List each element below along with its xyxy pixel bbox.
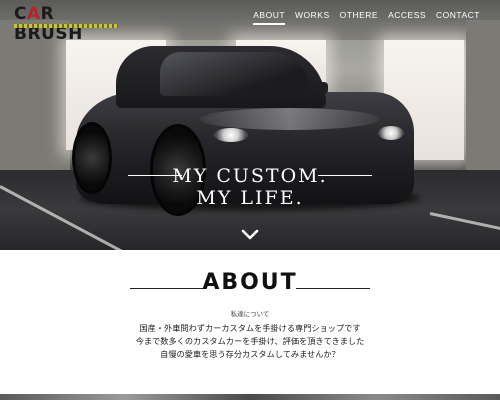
- logo-ribbon: [14, 24, 118, 28]
- nav-item-works[interactable]: WORKS: [295, 10, 330, 25]
- next-section-preview: [0, 394, 500, 400]
- nav-item-contact[interactable]: CONTACT: [436, 10, 480, 25]
- about-section: ABOUT 私達について 国産・外車問わずカーカスタムを手掛ける専門ショップです…: [0, 250, 500, 400]
- about-title: ABOUT: [202, 270, 298, 295]
- about-body-line: 国産・外車問わずカーカスタムを手掛ける専門ショップです: [139, 323, 361, 333]
- chevron-down-icon[interactable]: [241, 229, 259, 241]
- nav-item-about[interactable]: ABOUT: [253, 10, 286, 25]
- car-windshield: [160, 52, 310, 96]
- hero-tagline: MY CUSTOM. MY LIFE.: [0, 165, 500, 209]
- car-hood-shine: [200, 108, 380, 130]
- tagline-line-2: MY LIFE.: [196, 187, 304, 209]
- logo[interactable]: CAR BRUSH: [14, 4, 118, 44]
- garage-pillar: [466, 20, 500, 170]
- car-mirror: [312, 82, 328, 94]
- nav-item-othere[interactable]: OTHERE: [340, 10, 378, 25]
- tagline-line-1: MY CUSTOM.: [172, 165, 328, 187]
- main-nav: ABOUT WORKS OTHERE ACCESS CONTACT: [253, 10, 480, 25]
- about-body-line: 今まで数多くのカスタムカーを手掛け、評価を頂きてきました: [135, 336, 365, 346]
- about-subtitle: 私達について: [230, 310, 270, 318]
- about-body-line: 自慢の愛車を思う存分カスタムしてみませんか？: [160, 349, 340, 359]
- about-body: 国産・外車問わずカーカスタムを手掛ける専門ショップです 今まで数多くのカスタムカ…: [0, 322, 500, 361]
- car-headlight: [378, 126, 404, 140]
- nav-item-access[interactable]: ACCESS: [388, 10, 426, 25]
- car-headlight: [214, 128, 248, 142]
